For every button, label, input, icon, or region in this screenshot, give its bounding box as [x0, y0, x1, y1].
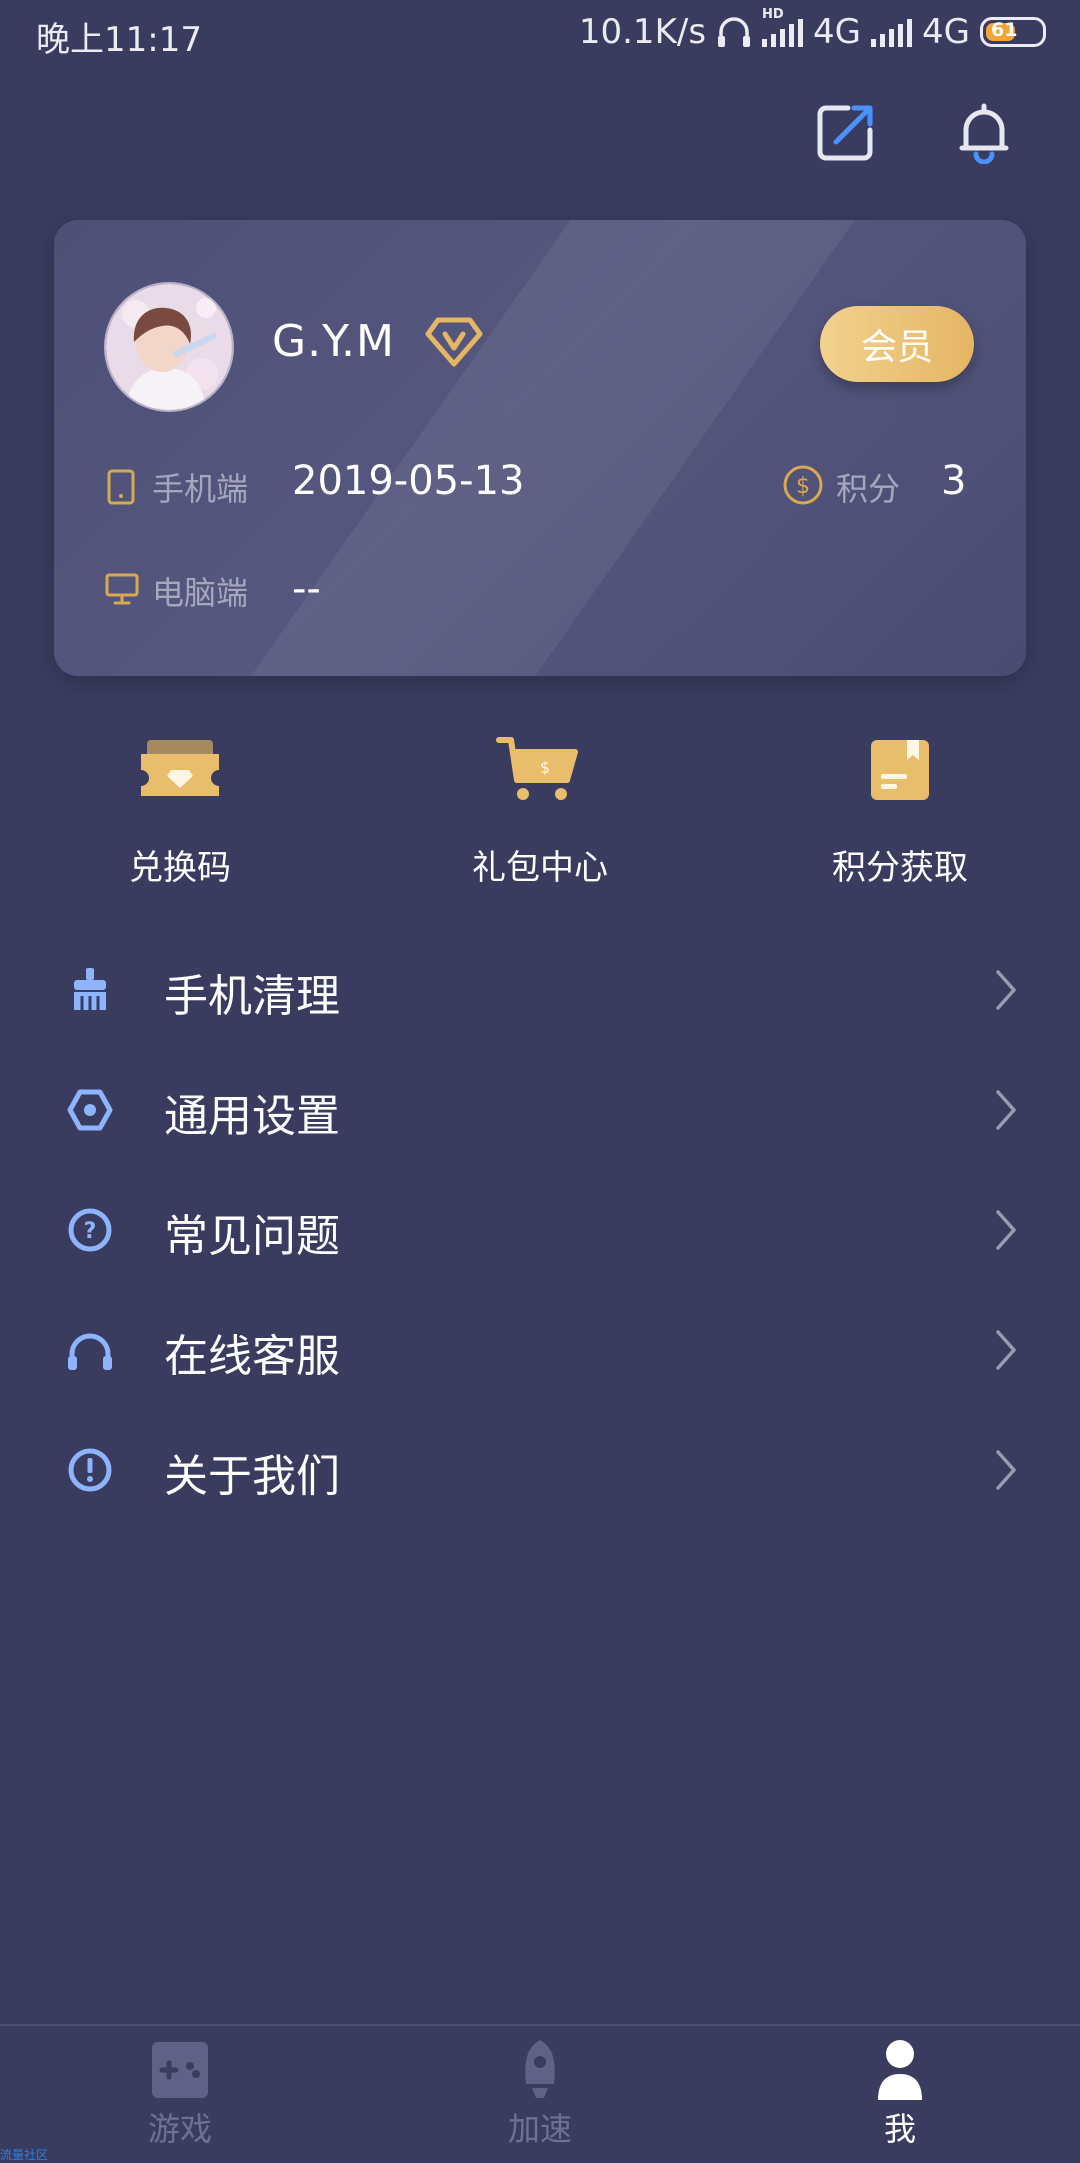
avatar[interactable] [104, 282, 234, 412]
points-value: 3 [941, 458, 967, 504]
earn-points-label: 积分获取 [832, 848, 968, 888]
network-type-1: 4G [813, 12, 862, 52]
chevron-right-icon [992, 1086, 1020, 1134]
menu-item-phone-cleanup[interactable]: 手机清理 [0, 926, 1080, 1046]
question-icon: ? [66, 1206, 114, 1254]
menu-item-faq[interactable]: ? 常见问题 [0, 1166, 1080, 1286]
svg-text:$: $ [540, 758, 550, 777]
bottom-nav: 游戏 加速 我 [0, 2024, 1080, 2162]
nav-tab-me[interactable]: 我 [800, 2038, 1000, 2150]
cart-icon: $ [495, 730, 585, 810]
menu-label: 通用设置 [164, 1091, 340, 1142]
document-icon [855, 730, 945, 810]
nav-tab-games[interactable]: 游戏 [80, 2038, 280, 2150]
member-button[interactable]: 会员 [820, 306, 974, 382]
mobile-value: 2019-05-13 [292, 458, 525, 504]
nav-label: 我 [883, 2110, 916, 2148]
menu-item-about-us[interactable]: 关于我们 [0, 1406, 1080, 1526]
profile-card: G.Y.M 会员 手机端 2019-05-13 $ 积分 3 电脑端 -- [54, 220, 1026, 676]
pc-label: 电脑端 [152, 574, 249, 612]
username: G.Y.M [272, 316, 395, 367]
watermark: 流量社区 [0, 2148, 49, 2162]
menu-label: 关于我们 [164, 1451, 340, 1502]
status-time: 晚上11:17 [36, 20, 202, 60]
monitor-icon [104, 572, 140, 610]
vip-diamond-icon [424, 314, 484, 370]
ticket-icon [135, 730, 225, 810]
status-indicators: 10.1K/s HD 4G 4G 61 [578, 7, 1046, 52]
menu-label: 在线客服 [164, 1331, 340, 1382]
headphones-icon [718, 17, 751, 47]
chevron-right-icon [992, 966, 1020, 1014]
nav-tab-accelerate[interactable]: 加速 [440, 2038, 640, 2150]
nav-label: 游戏 [147, 2110, 212, 2148]
status-bar: 晚上11:17 10.1K/s HD 4G 4G 61 [0, 0, 1080, 66]
settings-icon [66, 1086, 114, 1134]
headset-icon [66, 1326, 114, 1374]
chevron-right-icon [992, 1446, 1020, 1494]
chevron-right-icon [992, 1326, 1020, 1374]
battery-icon: 61 [980, 17, 1046, 47]
nav-label: 加速 [507, 2110, 572, 2148]
chevron-right-icon [992, 1206, 1020, 1254]
gift-center-button[interactable]: $ 礼包中心 [390, 730, 690, 889]
battery-level: 61 [991, 19, 1018, 41]
menu-label: 常见问题 [164, 1211, 340, 1262]
gift-center-label: 礼包中心 [472, 848, 608, 888]
svg-text:?: ? [84, 1219, 97, 1244]
redeem-code-label: 兑换码 [129, 848, 231, 888]
svg-text:$: $ [796, 474, 810, 499]
points-label: 积分 [836, 470, 901, 508]
network-speed: 10.1K/s [578, 12, 707, 52]
coin-icon: $ [782, 464, 824, 510]
menu-item-general-settings[interactable]: 通用设置 [0, 1046, 1080, 1166]
user-icon [868, 2038, 932, 2102]
mobile-label: 手机端 [152, 470, 249, 508]
gamepad-icon [148, 2038, 212, 2102]
signal-icon [871, 17, 913, 47]
redeem-code-button[interactable]: 兑换码 [30, 730, 330, 889]
menu-label: 手机清理 [164, 971, 340, 1022]
menu-item-online-support[interactable]: 在线客服 [0, 1286, 1080, 1406]
network-type-2: 4G [922, 12, 970, 52]
pc-value: -- [292, 566, 321, 612]
info-icon [66, 1446, 114, 1494]
edit-icon[interactable] [814, 100, 878, 164]
hd-badge: HD [762, 7, 784, 22]
rocket-icon [508, 2038, 572, 2102]
earn-points-button[interactable]: 积分获取 [750, 730, 1050, 889]
broom-icon [66, 966, 114, 1014]
bell-icon[interactable] [952, 100, 1016, 165]
phone-icon [106, 468, 136, 510]
